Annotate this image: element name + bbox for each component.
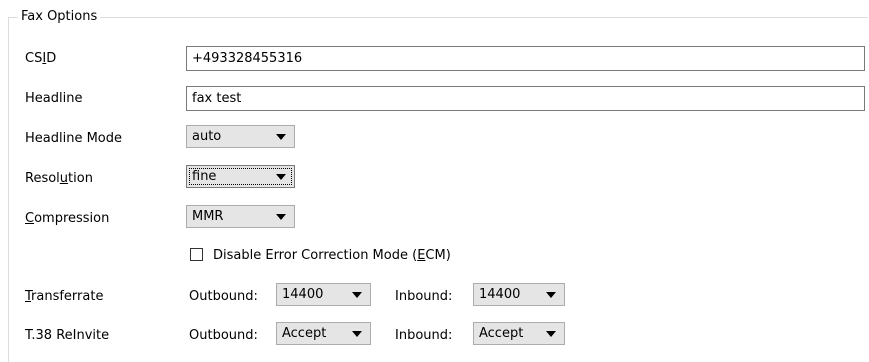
t38-inbound-value: Accept [479, 326, 524, 341]
t38-outbound-value: Accept [282, 326, 327, 341]
headline-label: Headline [25, 91, 83, 106]
compression-label: Compression [25, 211, 110, 226]
chevron-down-icon [352, 292, 362, 298]
csid-label: CSID [25, 51, 57, 66]
csid-input[interactable]: +493328455316 [186, 46, 865, 71]
resolution-label: Resolution [25, 171, 93, 186]
transferrate-outbound-select[interactable]: 14400 [276, 283, 371, 306]
headline-input[interactable]: fax test [186, 86, 865, 111]
transferrate-outbound-value: 14400 [282, 287, 324, 302]
ecm-label[interactable]: Disable Error Correction Mode (ECM) [213, 248, 451, 264]
resolution-select[interactable]: fine [186, 165, 295, 188]
t38-reinvite-label: T.38 ReInvite [25, 328, 110, 343]
ecm-checkbox[interactable] [190, 248, 203, 261]
t38-outbound-select[interactable]: Accept [276, 322, 371, 345]
chevron-down-icon [352, 331, 362, 337]
t38-inbound-label: Inbound: [395, 328, 453, 343]
t38-outbound-label: Outbound: [189, 328, 258, 343]
headline-mode-label: Headline Mode [25, 131, 123, 146]
compression-select[interactable]: MMR [186, 205, 295, 228]
headline-mode-value: auto [192, 129, 222, 144]
chevron-down-icon [546, 331, 556, 337]
transferrate-inbound-value: 14400 [479, 287, 521, 302]
transferrate-label: Transferrate [25, 289, 104, 304]
t38-inbound-select[interactable]: Accept [473, 322, 565, 345]
transferrate-outbound-label: Outbound: [189, 289, 258, 304]
chevron-down-icon [276, 214, 286, 220]
headline-mode-select[interactable]: auto [186, 125, 295, 148]
fax-options-legend: Fax Options [18, 9, 101, 25]
compression-value: MMR [192, 209, 224, 224]
chevron-down-icon [276, 174, 286, 180]
transferrate-inbound-label: Inbound: [395, 289, 453, 304]
chevron-down-icon [276, 134, 286, 140]
chevron-down-icon [546, 292, 556, 298]
transferrate-inbound-select[interactable]: 14400 [473, 283, 565, 306]
